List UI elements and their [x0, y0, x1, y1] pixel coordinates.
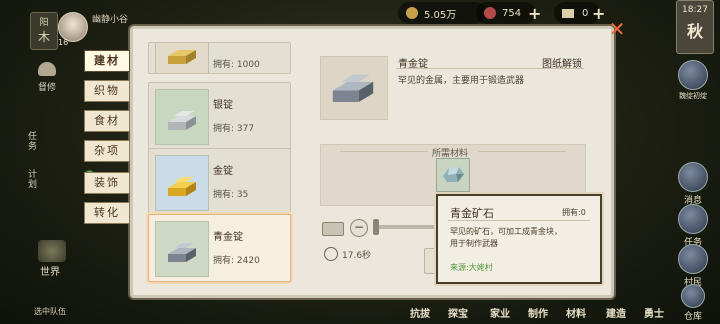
item-card-gold-bar[interactable]: 拥有: 1000 — [148, 42, 291, 74]
person-icon — [678, 244, 708, 274]
spirit-value: 754 — [502, 7, 522, 19]
season-small-text: 阳 — [39, 18, 49, 28]
nav-item[interactable]: 建造 — [606, 305, 626, 320]
tooltip-desc-line1: 罕见的矿石，可加工成青金块， — [450, 227, 562, 236]
item-own: 拥有: 1000 — [213, 60, 260, 70]
season-glyph: 木 — [37, 30, 50, 44]
item-own: 拥有: 2420 — [213, 256, 260, 266]
ticket-icon — [562, 8, 574, 18]
item-name: 青金锭 — [213, 232, 243, 243]
item-thumb — [155, 155, 209, 211]
tab-conversion[interactable]: 转化 — [84, 202, 130, 224]
nav-item[interactable]: 探宝 — [448, 305, 468, 320]
item-own: 拥有: 35 — [213, 190, 249, 200]
chest-icon — [681, 284, 705, 308]
nav-item[interactable]: 抗拔 — [410, 305, 430, 320]
item-name: 银锭 — [213, 100, 233, 111]
spirit-chip: 754 — [476, 2, 536, 24]
title-divider — [396, 68, 584, 69]
gold-ingot-icon — [168, 177, 196, 196]
spirit-icon — [484, 7, 496, 19]
slider-handle[interactable] — [373, 219, 379, 235]
materials-divider-right — [478, 151, 566, 152]
nav-item[interactable]: 勇士 — [644, 305, 664, 320]
world-label[interactable]: 世界 — [40, 263, 60, 278]
player-name: 幽静小谷 — [92, 15, 129, 25]
building-label[interactable]: 督修 — [38, 80, 56, 93]
ore-icon — [443, 167, 464, 182]
quantity-slider[interactable] — [376, 225, 438, 229]
coin-icon — [406, 7, 418, 19]
nav-item[interactable]: 家业 — [490, 305, 510, 320]
bluegold-ingot-icon — [168, 243, 196, 262]
tab-building-materials[interactable]: 建材 — [84, 50, 130, 72]
item-thumb — [155, 43, 209, 73]
season-emblem[interactable]: 阳 木 — [30, 12, 58, 50]
tab-fabric[interactable]: 织物 — [84, 80, 130, 102]
event-icon — [678, 60, 708, 90]
add-ticket-button[interactable]: + — [592, 4, 605, 23]
item-card-silver[interactable]: 银锭 拥有: 377 — [148, 82, 291, 150]
resident-entry[interactable]: 村民 — [676, 244, 710, 288]
event-entry[interactable]: 魏绽初绽 — [676, 60, 710, 101]
close-icon[interactable]: ✕ — [608, 19, 626, 39]
nav-item[interactable]: 材料 — [566, 305, 586, 320]
silver-ingot-icon — [168, 111, 196, 130]
tooltip-desc-line2: 用于制作武器 — [450, 239, 498, 248]
event-label: 魏绽初绽 — [679, 92, 707, 100]
season-glyph-big: 秋 — [686, 22, 703, 41]
item-card-gold[interactable]: 金锭 拥有: 35 — [148, 148, 291, 216]
materials-divider-left — [340, 151, 428, 152]
tab-misc[interactable]: 杂项 — [84, 140, 130, 162]
clock-icon — [324, 247, 338, 261]
task-entry[interactable]: 任务 — [676, 204, 710, 248]
item-thumb — [155, 221, 209, 277]
bluegold-ingot-icon — [332, 74, 374, 102]
scroll-icon — [678, 204, 708, 234]
tooltip-source: 来源:大姥村 — [450, 263, 493, 272]
material-slot-ore[interactable] — [436, 158, 470, 192]
time-display: 18:27 秋 — [676, 0, 714, 54]
tooltip-own: 拥有:0 — [562, 208, 586, 217]
copper-value: 5.05万 — [424, 9, 457, 21]
mushroom-icon[interactable] — [38, 62, 56, 76]
ticket-value: 0 — [582, 7, 589, 19]
warehouse-entry[interactable]: 仓库 — [676, 284, 710, 322]
min-quantity-button[interactable] — [322, 222, 344, 236]
player-level: 16 — [58, 38, 69, 47]
copper-chip: 5.05万 — [398, 2, 486, 24]
item-card-bluegold[interactable]: 青金锭 拥有: 2420 — [148, 214, 291, 282]
clock-time: 18:27 — [682, 5, 708, 15]
minus-button[interactable]: − — [350, 219, 368, 237]
tooltip-divider — [448, 220, 590, 221]
detail-thumb — [320, 56, 388, 120]
message-entry[interactable]: 消息 — [676, 162, 710, 206]
tooltip-title: 青金矿石 — [450, 207, 494, 220]
task-label[interactable]: 任务 — [28, 132, 40, 152]
world-icon[interactable] — [38, 240, 66, 262]
detail-description: 罕见的金属，主要用于锻造武器 — [398, 76, 525, 86]
message-icon — [678, 162, 708, 192]
material-tooltip: 青金矿石 拥有:0 罕见的矿石，可加工成青金块， 用于制作武器 来源:大姥村 — [436, 194, 602, 284]
item-own: 拥有: 377 — [213, 124, 255, 134]
team-label[interactable]: 选中队伍 — [34, 306, 66, 317]
warehouse-label: 仓库 — [683, 312, 702, 322]
item-name: 金锭 — [213, 166, 233, 177]
tab-decoration[interactable]: 装饰 — [84, 172, 130, 194]
left-sidebar: 阳 木 16 督修 任务 计划 世界 选中队伍 — [0, 0, 88, 324]
item-thumb — [155, 89, 209, 145]
gold-ingot-icon — [168, 50, 196, 64]
tab-food[interactable]: 食材 — [84, 110, 130, 132]
nav-item[interactable]: 制作 — [528, 305, 548, 320]
craft-time: 17.6秒 — [342, 251, 372, 261]
plan-label[interactable]: 计划 — [28, 170, 40, 190]
add-spirit-button[interactable]: + — [528, 4, 541, 23]
